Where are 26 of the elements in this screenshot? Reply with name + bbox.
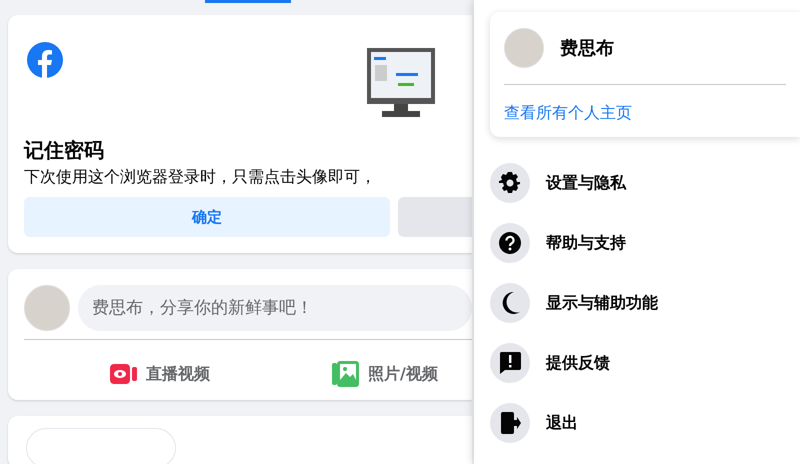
card-title: 记住密码 [24,137,105,164]
photo-icon [332,361,360,387]
menu-item[interactable]: 显示与辅助功能 [490,273,784,333]
profile-name: 费思布 [560,36,614,60]
card-description: 下次使用这个浏览器登录时，只需点击头像即可， [24,166,377,188]
menu-item[interactable]: 提供反馈 [490,333,784,393]
avatar [24,285,70,331]
help-icon [490,223,530,263]
see-all-profiles-link[interactable]: 查看所有个人主页 [504,103,632,122]
confirm-button[interactable]: 确定 [24,197,390,237]
monitor-icon [366,47,438,119]
post-input-field[interactable]: 费思布，分享你的新鲜事吧！ [78,285,472,331]
video-camera-icon [110,362,138,386]
gear-icon [490,163,530,203]
menu-item[interactable]: 退出 [490,393,784,453]
create-room-button[interactable] [26,428,176,464]
secondary-button[interactable] [398,197,472,237]
menu-item[interactable]: 设置与隐私 [490,153,784,213]
live-video-button[interactable]: 直播视频 [104,348,216,400]
photo-video-button[interactable]: 照片/视频 [326,348,444,400]
moon-icon [490,283,530,323]
exit-icon [490,403,530,443]
avatar [504,28,544,68]
menu-item[interactable]: 帮助与支持 [490,213,784,273]
feedback-icon [490,343,530,383]
logo-icon [26,41,64,79]
